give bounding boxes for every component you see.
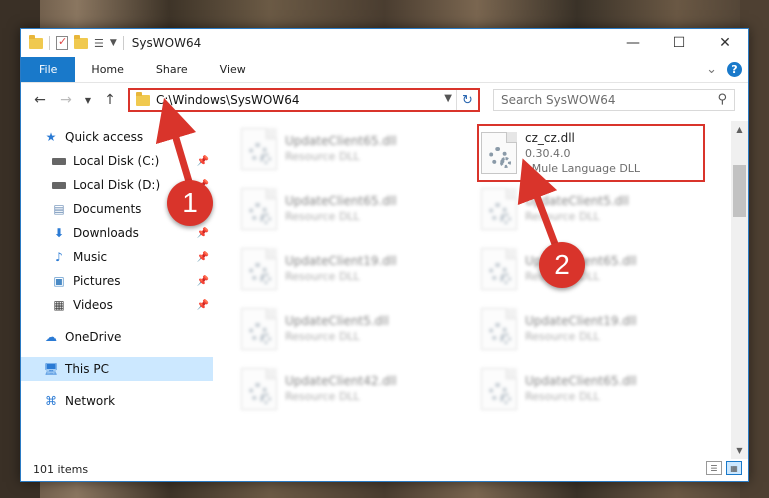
arrow-step-2 (517, 158, 562, 254)
step-2-badge: 2 (539, 242, 585, 288)
step-1-badge: 1 (167, 180, 213, 226)
annotation-arrows (155, 97, 562, 254)
arrow-step-1 (155, 97, 197, 187)
